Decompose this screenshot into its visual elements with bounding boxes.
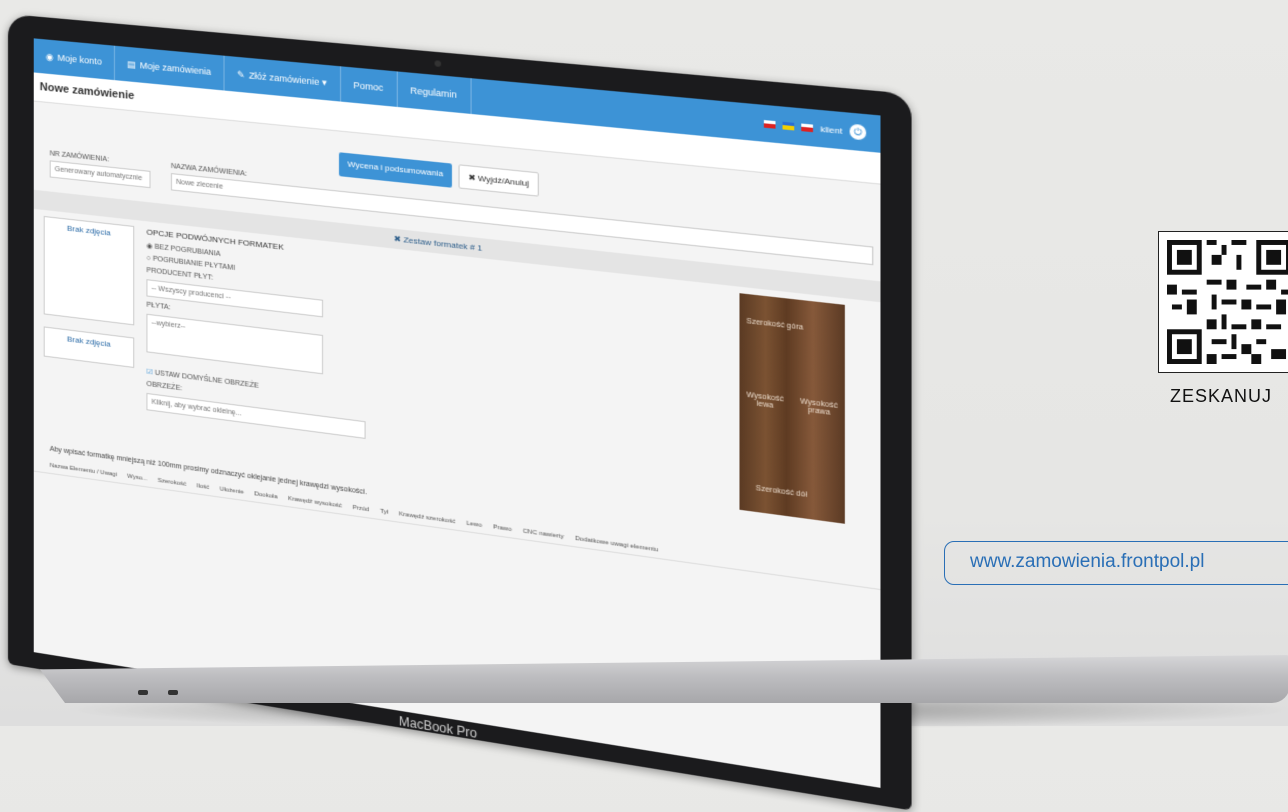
flag-ua-icon[interactable] [782,121,795,130]
small-photo: Brak zdjęcia [43,326,135,369]
nav-help[interactable]: Pomoc [340,66,398,107]
url-link[interactable]: www.zamowienia.frontpol.pl [970,551,1204,573]
nav-terms[interactable]: Regulamin [397,71,472,114]
qr-code-frame [1158,231,1288,373]
user-icon: ◉ [45,50,54,62]
checkbox-checked-icon: ☑ [146,368,153,377]
edit-icon: ✎ [236,68,245,80]
scan-label: ZESKANUJ [1170,386,1273,406]
user-name: klient [820,123,843,136]
board-image: Szerokość góra Wysokość lewa Wysokość pr… [739,293,845,524]
logout-icon[interactable]: ⏻ [849,123,867,141]
radio-unchecked-icon: ○ [146,254,151,263]
flag-cz-icon[interactable] [801,122,814,132]
nav-right: klient ⏻ [764,116,880,142]
camera [434,60,442,68]
qr-code-icon [1167,240,1288,364]
usb-port-icon [138,690,148,695]
flag-pl-icon[interactable] [764,119,776,129]
photo-column: Brak zdjęcia Brak zdjęcia [43,215,135,429]
usb-port-icon [168,690,178,695]
main-photo: Brak zdjęcia [43,215,135,326]
list-icon: ▤ [127,58,136,70]
exit-button[interactable]: ✖ Wyjdź/Anuluj [458,164,539,197]
radio-checked-icon: ◉ [146,242,153,251]
